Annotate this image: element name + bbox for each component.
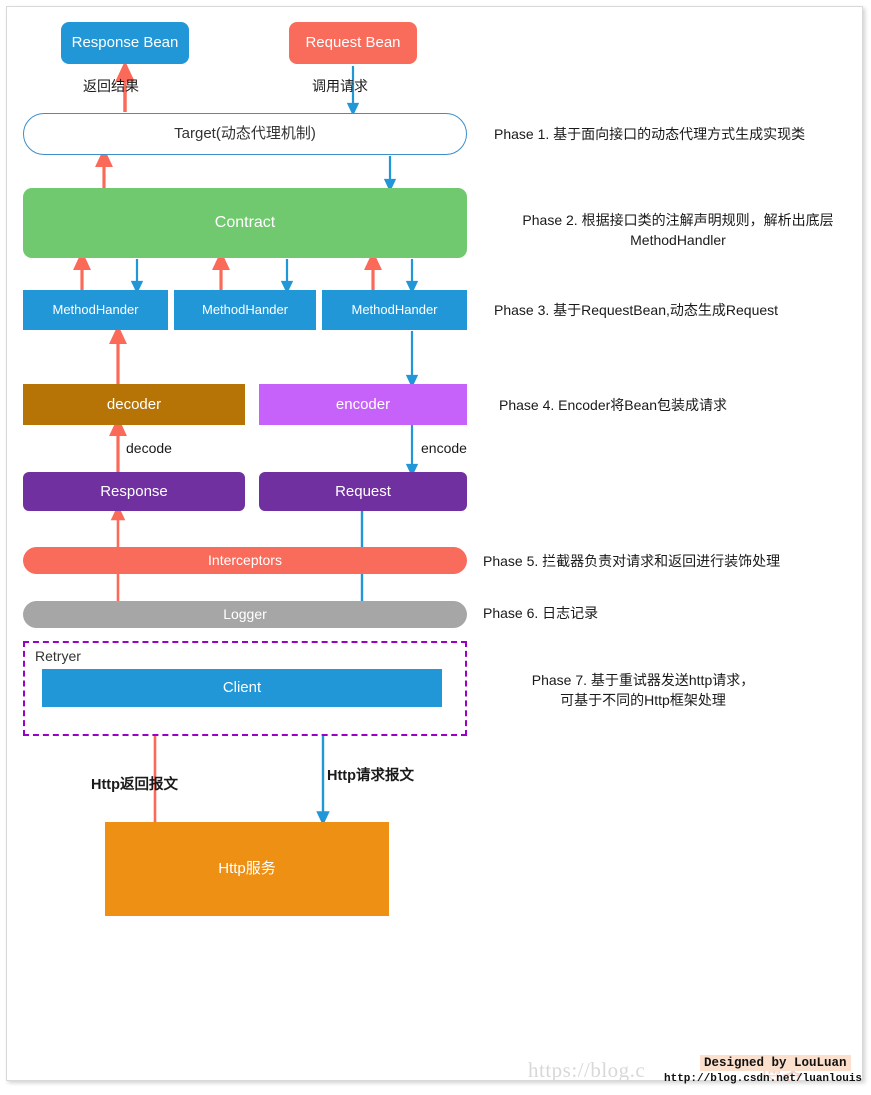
phase-1-annotation: Phase 1. 基于面向接口的动态代理方式生成实现类 [494,126,806,142]
node-interceptors-label: Interceptors [208,552,282,569]
edge-label-decode: decode [126,440,172,456]
node-contract-label: Contract [214,214,276,232]
diagram-canvas: Response Bean Request Bean Target(动态代理机制… [0,0,871,1095]
node-method-handler-2[interactable]: MethodHander [174,290,316,330]
node-method-handler-2-label: MethodHander [202,302,288,318]
node-logger-label: Logger [223,606,267,623]
phase-3-annotation: Phase 3. 基于RequestBean,动态生成Request [494,302,779,318]
node-request-label: Request [335,482,391,500]
node-response-bean-label: Response Bean [71,34,179,51]
node-client-label: Client [222,679,262,696]
node-http-service[interactable]: Http服务 [105,822,389,916]
node-client[interactable]: Client [42,669,442,707]
phase-6-annotation: Phase 6. 日志记录 [483,605,599,621]
node-response-label: Response [100,482,168,500]
node-encoder[interactable]: encoder [259,384,467,425]
node-contract[interactable]: Contract [23,188,467,258]
diagram-frame [6,6,863,1081]
node-response-bean[interactable]: Response Bean [61,22,189,64]
phase-7-annotation: Phase 7. 基于重试器发送http请求， 可基于不同的Http框架处理 [531,672,755,709]
node-decoder-label: decoder [106,395,162,413]
node-method-handler-1-label: MethodHander [52,302,139,318]
node-response[interactable]: Response [23,472,245,511]
node-method-handler-3[interactable]: MethodHander [322,290,467,330]
node-target-label: Target(动态代理机制) [174,125,316,142]
node-retryer-label: Retryer [35,648,81,664]
edge-label-return-result: 返回结果 [83,78,139,94]
node-method-handler-3-label: MethodHander [351,302,438,318]
node-encoder-label: encoder [335,395,391,413]
edge-label-invoke-request: 调用请求 [312,78,368,94]
csdn-watermark-faint: https://blog.c [528,1058,646,1082]
node-interceptors[interactable]: Interceptors [23,547,467,574]
edge-label-http-request-message: Http请求报文 [327,768,414,784]
node-request-bean[interactable]: Request Bean [289,22,417,64]
phase-4-annotation: Phase 4. Encoder将Bean包装成请求 [499,397,727,413]
node-http-service-label: Http服务 [218,860,276,877]
node-request-bean-label: Request Bean [305,34,401,51]
node-decoder[interactable]: decoder [23,384,245,425]
edge-label-http-response-message: Http返回报文 [91,777,178,793]
node-target[interactable]: Target(动态代理机制) [23,113,467,155]
phase-5-annotation: Phase 5. 拦截器负责对请求和返回进行装饰处理 [483,553,781,569]
node-logger[interactable]: Logger [23,601,467,628]
edge-label-encode: encode [421,440,467,456]
node-method-handler-1[interactable]: MethodHander [23,290,168,330]
designed-by-watermark: Designed by LouLuan [700,1055,851,1071]
node-request[interactable]: Request [259,472,467,511]
phase-2-annotation: Phase 2. 根据接口类的注解声明规则，解析出底层 MethodHandle… [522,212,834,249]
blog-url-watermark: http://blog.csdn.net/luanlouis [664,1073,863,1085]
